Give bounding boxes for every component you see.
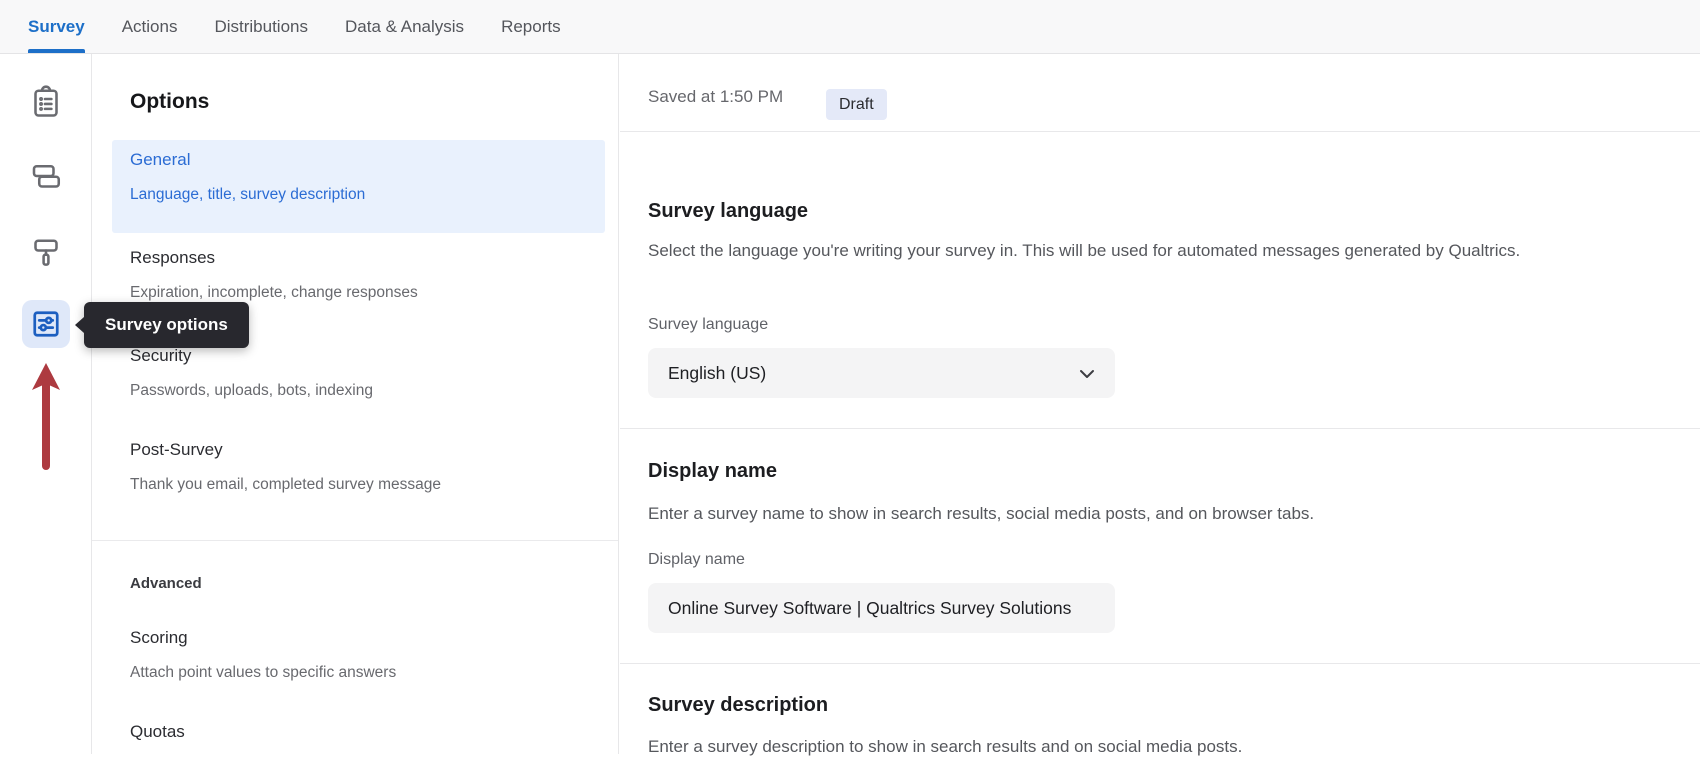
- survey-language-description: Select the language you're writing your …: [648, 238, 1520, 264]
- option-item-responses[interactable]: Responses Expiration, incomplete, change…: [130, 248, 418, 302]
- option-item-security[interactable]: Security Passwords, uploads, bots, index…: [130, 346, 373, 400]
- section-divider: [620, 428, 1700, 429]
- option-item-general[interactable]: General Language, title, survey descript…: [130, 150, 365, 204]
- saved-status: Saved at 1:50 PM: [648, 87, 783, 107]
- survey-flow-button[interactable]: [22, 152, 70, 200]
- display-name-heading: Display name: [648, 460, 777, 483]
- options-panel-title: Options: [130, 90, 209, 114]
- option-item-label: Security: [130, 346, 373, 366]
- panel-divider: [92, 540, 618, 541]
- tab-data-analysis[interactable]: Data & Analysis: [345, 0, 464, 53]
- survey-builder-icon: [28, 84, 64, 120]
- option-item-label: Post-Survey: [130, 440, 441, 460]
- option-item-sublabel: Language, title, survey description: [130, 186, 365, 204]
- options-panel: Options General Language, title, survey …: [92, 54, 619, 754]
- survey-options-tooltip: Survey options: [84, 302, 249, 348]
- display-name-input[interactable]: Online Survey Software | Qualtrics Surve…: [648, 583, 1115, 633]
- survey-language-select[interactable]: English (US): [648, 348, 1115, 398]
- option-item-quotas[interactable]: Quotas: [130, 722, 185, 742]
- option-item-sublabel: Attach point values to specific answers: [130, 664, 396, 682]
- survey-language-field-label: Survey language: [648, 316, 768, 334]
- survey-description-description: Enter a survey description to show in se…: [648, 734, 1242, 760]
- display-name-description: Enter a survey name to show in search re…: [648, 501, 1314, 527]
- section-divider: [620, 663, 1700, 664]
- look-and-feel-button[interactable]: [22, 228, 70, 276]
- option-item-label: Quotas: [130, 722, 185, 742]
- option-item-label: Responses: [130, 248, 418, 268]
- survey-flow-icon: [28, 158, 64, 194]
- option-item-post-survey[interactable]: Post-Survey Thank you email, completed s…: [130, 440, 441, 494]
- option-item-sublabel: Passwords, uploads, bots, indexing: [130, 382, 373, 400]
- option-item-sublabel: Expiration, incomplete, change responses: [130, 284, 418, 302]
- left-icon-rail: [0, 54, 92, 754]
- main-content: Saved at 1:50 PM Draft Survey language S…: [620, 54, 1700, 754]
- tab-actions[interactable]: Actions: [122, 0, 178, 53]
- option-item-sublabel: Thank you email, completed survey messag…: [130, 476, 441, 494]
- tab-distributions[interactable]: Distributions: [214, 0, 308, 53]
- survey-options-button[interactable]: [22, 300, 70, 348]
- survey-language-heading: Survey language: [648, 200, 808, 223]
- top-nav: Survey Actions Distributions Data & Anal…: [0, 0, 1700, 54]
- look-and-feel-icon: [28, 234, 64, 270]
- survey-language-select-value: English (US): [668, 363, 766, 384]
- option-item-label: Scoring: [130, 628, 396, 648]
- tab-survey[interactable]: Survey: [28, 0, 85, 53]
- survey-options-icon: [28, 306, 64, 342]
- advanced-section-header: Advanced: [130, 575, 202, 592]
- option-item-scoring[interactable]: Scoring Attach point values to specific …: [130, 628, 396, 682]
- option-item-label: General: [130, 150, 365, 170]
- header-divider: [620, 131, 1700, 132]
- survey-builder-button[interactable]: [22, 78, 70, 126]
- survey-description-heading: Survey description: [648, 694, 828, 717]
- display-name-input-value: Online Survey Software | Qualtrics Surve…: [668, 598, 1071, 619]
- chevron-down-icon: [1079, 363, 1095, 384]
- display-name-field-label: Display name: [648, 551, 745, 569]
- status-badge: Draft: [826, 89, 887, 120]
- tab-reports[interactable]: Reports: [501, 0, 561, 53]
